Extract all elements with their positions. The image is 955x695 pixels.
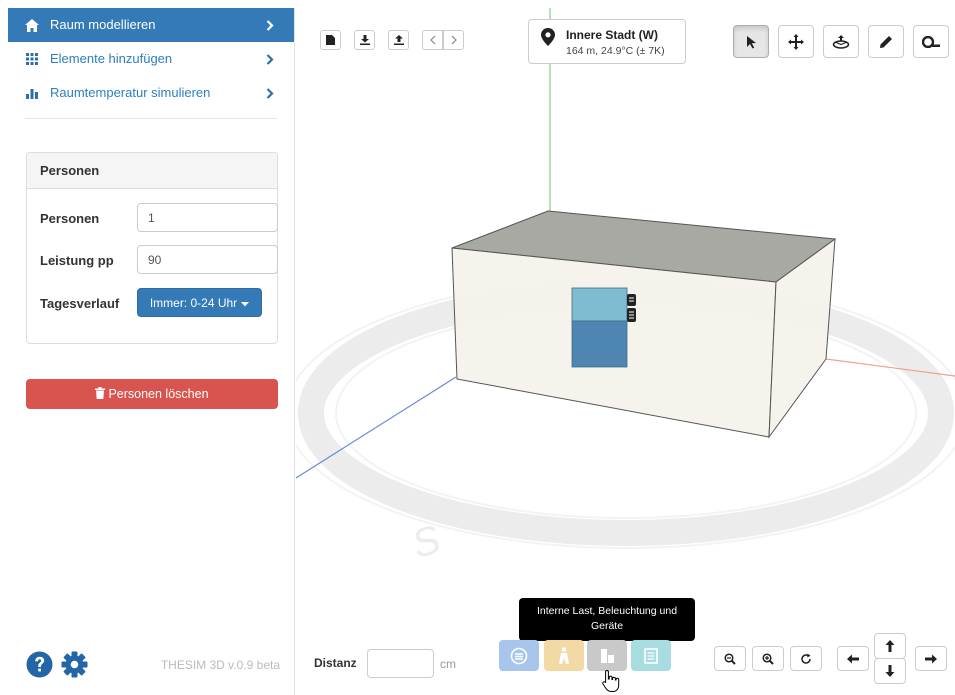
- delete-personen-button[interactable]: Personen löschen: [26, 379, 278, 409]
- dropdown-value: Immer: 0-24 Uhr: [149, 295, 238, 310]
- nav-item-raumtemperatur-simulieren[interactable]: Raumtemperatur simulieren: [8, 76, 294, 110]
- form-row-leistung: Leistung pp: [40, 245, 278, 275]
- reset-view-button[interactable]: [790, 646, 822, 671]
- 3d-viewport[interactable]: S Innere Stadt (W) 164 m, 24.9°C (± 7K) …: [296, 8, 955, 695]
- divider: [25, 118, 277, 119]
- rotate-tool-button[interactable]: [823, 25, 859, 58]
- zoom-out-button[interactable]: [714, 646, 746, 671]
- nav-label: Elemente hinzufügen: [50, 51, 173, 66]
- pan-right-button[interactable]: [915, 646, 947, 671]
- window-element[interactable]: [571, 287, 636, 368]
- pan-left-button[interactable]: [837, 646, 869, 671]
- home-icon: [25, 8, 39, 42]
- pan-down-button[interactable]: [874, 658, 906, 684]
- rotate-icon: [832, 34, 850, 49]
- leistung-input[interactable]: [137, 245, 278, 274]
- room-box[interactable]: [451, 210, 837, 439]
- personen-label: Personen: [40, 210, 100, 226]
- zoom-out-icon: [724, 652, 736, 665]
- upload-icon: [393, 35, 404, 45]
- chevron-right-icon: [266, 76, 274, 110]
- location-subtitle: 164 m, 24.9°C (± 7K): [566, 45, 665, 57]
- bar-chart-icon: [25, 76, 39, 110]
- arrow-up-icon: [885, 640, 895, 652]
- tape-measure-icon: [922, 35, 940, 48]
- measure-tool-button[interactable]: [913, 25, 949, 58]
- pencil-icon: [880, 35, 892, 48]
- tooltip: Interne Last, Beleuchtung und Geräte: [519, 598, 695, 641]
- redo-button[interactable]: [443, 30, 464, 50]
- move-tool-button[interactable]: [778, 25, 814, 58]
- zoom-in-button[interactable]: [752, 646, 784, 671]
- move-icon: [788, 33, 804, 50]
- nav-label: Raum modellieren: [50, 17, 156, 32]
- nav-item-raum-modellieren[interactable]: Raum modellieren: [8, 8, 294, 42]
- panel-title: Personen: [27, 153, 277, 189]
- location-info: Innere Stadt (W) 164 m, 24.9°C (± 7K): [528, 19, 686, 64]
- leistung-label: Leistung pp: [40, 252, 114, 268]
- form-row-personen: Personen: [40, 203, 278, 233]
- select-tool-button[interactable]: [733, 25, 769, 58]
- pan-up-button[interactable]: [874, 633, 906, 659]
- draw-tool-button[interactable]: [868, 25, 904, 58]
- add-text-button[interactable]: [631, 640, 671, 671]
- tagesverlauf-label: Tagesverlauf: [40, 295, 120, 311]
- chevron-right-icon: [451, 35, 457, 45]
- form-row-tagesverlauf: Tagesverlauf Immer: 0-24 Uhr: [40, 288, 278, 318]
- personen-input[interactable]: [137, 203, 278, 232]
- help-icon[interactable]: [26, 651, 53, 678]
- select-arrow-icon: [746, 35, 756, 48]
- undo-button[interactable]: [422, 30, 443, 50]
- compass-south-label: S: [407, 517, 446, 567]
- nav-item-elemente-hinzufuegen[interactable]: Elemente hinzufügen: [8, 42, 294, 76]
- settings-gear-icon[interactable]: [61, 651, 88, 678]
- arrow-right-icon: [925, 654, 937, 663]
- tooltip-line: Interne Last, Beleuchtung und: [536, 605, 678, 617]
- upload-button[interactable]: [388, 30, 409, 50]
- document-icon: [644, 647, 658, 664]
- distance-input[interactable]: [367, 649, 434, 678]
- version-label: THESIM 3D v.0.9 beta: [160, 658, 280, 672]
- map-pin-icon: [541, 28, 555, 46]
- trash-icon: [95, 386, 106, 402]
- distance-label: Distanz: [314, 656, 357, 670]
- chevron-right-icon: [266, 42, 274, 76]
- 3d-scene[interactable]: S: [296, 8, 955, 695]
- caret-down-icon: [241, 296, 250, 310]
- element-handle-icon: [627, 294, 636, 306]
- arrow-left-icon: [847, 654, 859, 663]
- download-icon: [359, 35, 370, 45]
- chevron-right-icon: [266, 8, 274, 42]
- delete-label: Personen löschen: [108, 387, 209, 401]
- arrow-down-icon: [885, 665, 895, 677]
- distance-unit: cm: [440, 657, 456, 671]
- sidebar: Raum modellieren Elemente hinzufügen Rau…: [8, 8, 295, 695]
- appliance-icon: [601, 648, 614, 663]
- personen-panel: Personen Personen Leistung pp Tagesverla…: [26, 152, 278, 344]
- tooltip-line: Geräte: [590, 620, 624, 632]
- new-file-icon: [326, 35, 335, 45]
- add-internal-load-button[interactable]: [587, 640, 627, 671]
- add-ventilation-button[interactable]: [499, 640, 539, 671]
- hand-cursor-icon: [602, 669, 620, 692]
- add-person-button[interactable]: [544, 640, 584, 671]
- nav-label: Raumtemperatur simulieren: [50, 85, 211, 100]
- chevron-left-icon: [429, 35, 435, 45]
- location-title: Innere Stadt (W): [566, 28, 658, 42]
- tagesverlauf-dropdown[interactable]: Immer: 0-24 Uhr: [137, 288, 262, 317]
- refresh-icon: [801, 653, 811, 664]
- download-button[interactable]: [354, 30, 375, 50]
- person-icon: [559, 646, 569, 664]
- ventilation-icon: [510, 647, 528, 664]
- zoom-in-icon: [762, 652, 774, 665]
- grid-icon: [25, 42, 39, 76]
- new-file-button[interactable]: [320, 30, 341, 50]
